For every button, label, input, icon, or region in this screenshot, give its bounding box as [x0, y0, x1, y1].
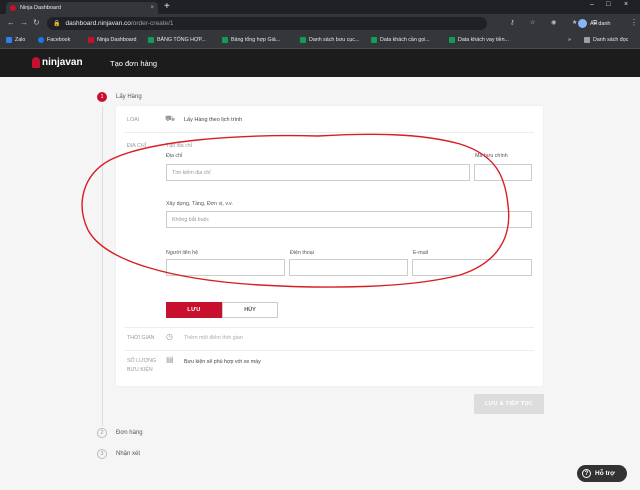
address-section-label: ĐỊA CHỈ [127, 143, 147, 149]
app-header: ninjavan Tạo đơn hàng [0, 49, 640, 77]
url-path: /order-create/1 [130, 20, 174, 27]
bookmark-ninja-dashboard[interactable]: Ninja Dashboard [88, 37, 136, 43]
new-tab-button[interactable]: + [164, 2, 170, 12]
page-title: Tạo đơn hàng [110, 59, 158, 68]
contact-name-input[interactable] [166, 259, 285, 276]
contact-name-label: Người liên hệ [166, 250, 199, 256]
bookmark-label: Bảng tổng hợp Giá... [231, 37, 281, 43]
browser-tab[interactable]: Ninja Dashboard × [6, 2, 158, 14]
ninjavan-logo[interactable]: ninjavan [32, 57, 83, 68]
bookmarks-overflow-button[interactable]: » [568, 37, 571, 43]
cancel-address-button[interactable]: HỦY [222, 302, 278, 318]
step-2-number: 2 [97, 428, 107, 438]
reading-list-label: Danh sách đọc [593, 37, 629, 43]
parcel-quantity-label: SỐ LƯỢNG [127, 358, 157, 364]
email-label: E-mail [413, 250, 429, 256]
browser-toolbar: ← → ↻ 🔒 dashboard.ninjavan.co/order-crea… [0, 14, 640, 33]
create-address-title: Tạo địa chỉ [166, 143, 192, 149]
address-search-input[interactable]: Tìm kiếm địa chỉ [166, 164, 470, 181]
bookmark-zalo[interactable]: Zalo [6, 37, 25, 43]
zalo-icon [6, 37, 12, 43]
phone-label: Điện thoại [290, 250, 314, 256]
url-host: dashboard.ninjavan.co [65, 20, 131, 27]
phone-input[interactable] [289, 259, 408, 276]
bookmark-label: Danh sách bưu cục... [309, 37, 360, 43]
divider [124, 132, 534, 133]
save-and-continue-button[interactable]: LƯU & TIẾP TỤC [474, 394, 544, 414]
divider [124, 350, 534, 351]
step-1-label: Lấy Hàng [116, 94, 142, 100]
browser-menu-icon[interactable]: ⋮ [630, 18, 638, 27]
address-field-label: Địa chỉ [166, 153, 183, 159]
reload-button[interactable]: ↻ [33, 18, 40, 28]
parcel-size-value: Bưu kiện sẽ phù hợp với xe máy [184, 359, 261, 365]
step-3-number: 3 [97, 449, 107, 459]
logo-text: ninjavan [42, 57, 83, 68]
profile-label: Ẩn danh [590, 20, 611, 27]
divider [124, 327, 534, 328]
clock-icon: ◷ [166, 332, 173, 341]
bookmark-bang-tong-hop[interactable]: BẢNG TỔNG HỢP... [148, 37, 206, 43]
back-button[interactable]: ← [7, 18, 15, 28]
close-window-button[interactable]: × [624, 1, 628, 8]
bookmark-label: Facebook [47, 37, 71, 43]
parcel-quantity-label-2: BƯU KIỆN [127, 367, 153, 373]
help-label: Hỗ trợ [595, 470, 615, 477]
reading-list-button[interactable]: Danh sách đọc [584, 37, 628, 43]
browser-tab-bar: Ninja Dashboard × + – □ × [0, 0, 640, 14]
incognito-icon [578, 19, 587, 28]
truck-icon: ⛟ [165, 114, 176, 123]
lock-icon[interactable]: 🔒 [53, 20, 60, 27]
bookmark-bang-gia[interactable]: Bảng tổng hợp Giá... [222, 37, 280, 43]
step-connector [102, 106, 103, 426]
facebook-icon [38, 37, 44, 43]
sheets-icon [300, 37, 306, 43]
bookmark-label: BẢNG TỔNG HỢP... [157, 37, 206, 43]
help-button[interactable]: ? Hỗ trợ [577, 465, 627, 482]
time-label: THỜI GIAN [127, 335, 155, 341]
postal-code-label: Mã bưu chính [475, 153, 508, 159]
bookmark-facebook[interactable]: Facebook [38, 37, 70, 43]
help-icon: ? [582, 469, 591, 478]
bookmark-label: Ninja Dashboard [97, 37, 137, 43]
ninja-logo-icon [32, 57, 40, 68]
sheets-icon [222, 37, 228, 43]
add-time-slot-link[interactable]: Thêm một điểm thời gian [184, 335, 243, 341]
bookmark-data-khach-goi[interactable]: Data khách cần gọi... [371, 37, 430, 43]
tab-title: Ninja Dashboard [20, 5, 61, 11]
bookmark-label: Data khách cần gọi... [380, 37, 430, 43]
sheets-icon [371, 37, 377, 43]
reading-list-icon [584, 37, 590, 43]
bookmarks-bar: Zalo Facebook Ninja Dashboard BẢNG TỔNG … [0, 33, 640, 49]
bookmark-label: Zalo [15, 37, 26, 43]
sheets-icon [148, 37, 154, 43]
building-input[interactable]: Không bắt buộc [166, 211, 532, 228]
parcel-icon: ▤ [166, 355, 174, 364]
sheets-icon [449, 37, 455, 43]
step-1-number: 1 [97, 92, 107, 102]
maximize-button[interactable]: □ [606, 1, 610, 8]
step-2-label: Đơn hàng [116, 430, 143, 436]
building-field-label: Xây dựng, Tầng, Đơn vị, v.v. [166, 201, 233, 207]
ninjavan-favicon-icon [10, 5, 16, 11]
step-3-label: Nhận xét [116, 451, 141, 457]
minimize-button[interactable]: – [590, 1, 594, 8]
postal-code-input[interactable] [474, 164, 532, 181]
bookmark-data-khach-vay[interactable]: Data khách vay tiền... [449, 37, 509, 43]
email-input[interactable] [412, 259, 532, 276]
tab-close-icon[interactable]: × [150, 5, 154, 11]
save-address-button[interactable]: LƯU [166, 302, 222, 318]
ninjavan-icon [88, 37, 94, 43]
address-bar[interactable]: 🔒 dashboard.ninjavan.co/order-create/1 [47, 17, 487, 30]
type-label: LOẠI [127, 117, 140, 123]
bookmark-buu-cuc[interactable]: Danh sách bưu cục... [300, 37, 359, 43]
bookmark-label: Data khách vay tiền... [458, 37, 509, 43]
forward-button[interactable]: → [20, 18, 28, 28]
pickup-type-value: Lấy Hàng theo lịch trình [184, 117, 243, 123]
profile-button[interactable]: Ẩn danh [578, 17, 611, 30]
